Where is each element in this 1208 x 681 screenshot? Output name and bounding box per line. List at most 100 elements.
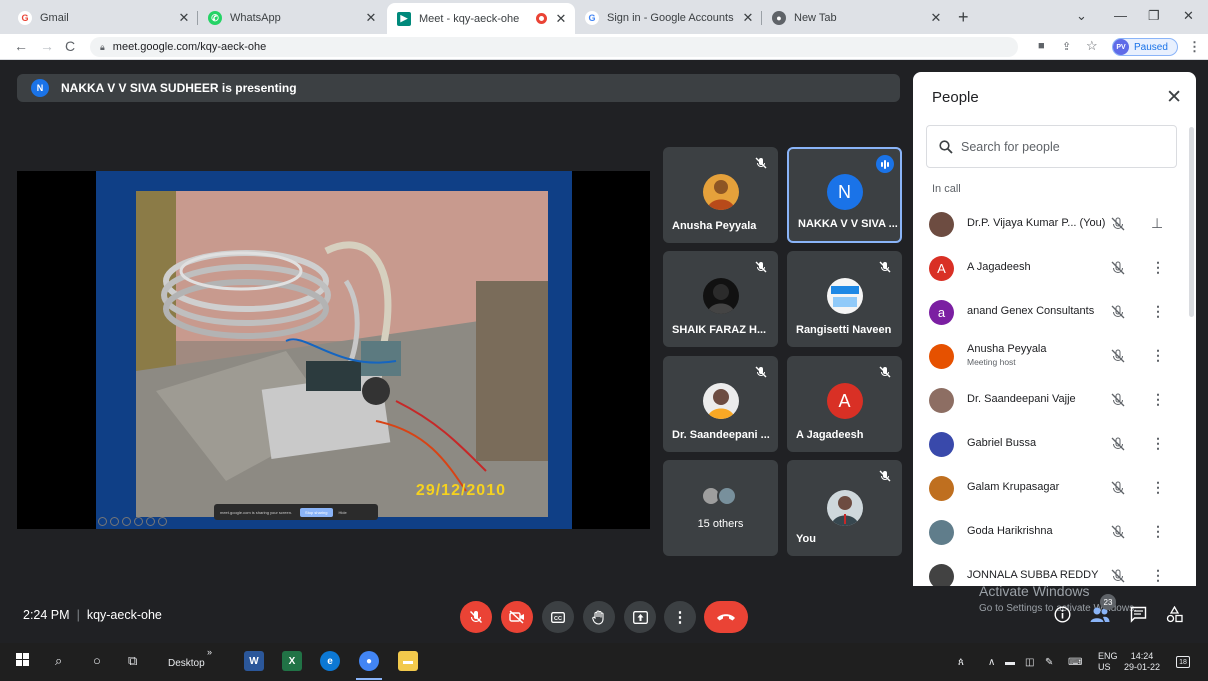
address-bar[interactable]: 🔒︎ meet.google.com/kqy-aeck-ohe (90, 37, 1018, 57)
tab-close-icon[interactable]: ✕ (363, 10, 379, 26)
edge-icon[interactable]: e (320, 651, 340, 671)
list-item[interactable]: Dr. Saandeepani Vajje ⋮ (913, 378, 1188, 422)
browser-menu-icon[interactable]: ⋮ (1188, 39, 1201, 55)
chat-button[interactable] (1130, 606, 1147, 628)
self-tile[interactable]: You (787, 460, 902, 556)
more-options-icon[interactable]: ⋮ (1151, 567, 1165, 584)
participant-name: Anusha Peyyala (967, 343, 1047, 355)
notification-center-icon[interactable]: 18 (1176, 656, 1190, 668)
list-item[interactable]: Dr.P. Vijaya Kumar P... (You) ⊥ (913, 202, 1188, 246)
tab-close-icon[interactable]: ✕ (740, 10, 756, 26)
toolbar-expand-icon[interactable]: » (207, 647, 212, 657)
next-slide-icon[interactable] (110, 517, 119, 526)
network-icon[interactable]: ◫ (1025, 657, 1034, 668)
participant-tile-active-speaker[interactable]: N NAKKA V V SIVA ... (787, 147, 902, 243)
participant-name: A Jagadeesh (796, 429, 864, 441)
tab-close-icon[interactable]: ✕ (176, 10, 192, 26)
minimize-icon[interactable]: — (1114, 8, 1127, 23)
desktop-toolbar-label[interactable]: Desktop (168, 658, 205, 669)
participant-tile[interactable]: SHAIK FARAZ H... (663, 251, 778, 347)
others-tile[interactable]: 15 others (663, 460, 778, 556)
people-tray-icon[interactable]: ጰ (958, 657, 964, 668)
list-item[interactable]: JONNALA SUBBA REDDY ⋮ (913, 554, 1188, 586)
pen-icon[interactable] (122, 517, 131, 526)
keyboard-icon[interactable]: ⌨ (1068, 657, 1082, 668)
close-panel-icon[interactable]: ✕ (1166, 86, 1182, 109)
tab-whatsapp[interactable]: ✆ WhatsApp ✕ (198, 5, 385, 31)
list-item[interactable]: Goda Harikrishna ⋮ (913, 510, 1188, 554)
leave-call-button[interactable] (704, 601, 748, 633)
present-now-button[interactable] (624, 601, 656, 633)
active-app-indicator (356, 678, 382, 680)
excel-icon[interactable]: X (282, 651, 302, 671)
back-arrow-icon[interactable]: ← (14, 38, 28, 54)
search-icon (939, 139, 953, 154)
captions-button[interactable]: CC (542, 601, 574, 633)
participant-tile[interactable]: Dr. Saandeepani ... (663, 356, 778, 452)
raise-hand-button[interactable] (583, 601, 615, 633)
tab-close-icon[interactable]: ✕ (928, 10, 944, 26)
more-options-icon[interactable]: ⋮ (1151, 523, 1165, 540)
more-options-icon[interactable]: ⋮ (1151, 479, 1165, 496)
mic-off-icon (1110, 436, 1126, 457)
prev-slide-icon[interactable] (98, 517, 107, 526)
zoom-icon[interactable] (146, 517, 155, 526)
activities-button[interactable] (1166, 605, 1183, 628)
tab-google-sign-in[interactable]: G Sign in - Google Accounts ✕ (575, 5, 762, 31)
tab-new-tab[interactable]: ● New Tab ✕ (762, 5, 950, 31)
show-hidden-icons-chevron-icon[interactable]: ∧ (988, 657, 995, 668)
more-options-button[interactable]: ⋮ (664, 601, 696, 633)
mic-off-icon (1110, 304, 1126, 325)
system-clock[interactable]: 14:24 29-01-22 (1124, 651, 1160, 673)
windows-start-icon[interactable] (16, 653, 29, 669)
tab-meet[interactable]: ▶ Meet - kqy-aeck-ohe ✕ (387, 3, 575, 34)
cortana-icon[interactable]: ○ (93, 653, 101, 668)
pin-icon[interactable]: ⊥ (1151, 215, 1163, 232)
list-item[interactable]: Anusha Peyyala Meeting host ⋮ (913, 334, 1188, 378)
more-options-icon[interactable]: ⋮ (1151, 391, 1165, 408)
list-item[interactable]: Galam Krupasagar ⋮ (913, 466, 1188, 510)
menu-icon[interactable] (134, 517, 143, 526)
mic-toggle-button[interactable] (460, 601, 492, 633)
participant-tile[interactable]: Anusha Peyyala (663, 147, 778, 243)
more-options-icon[interactable]: ⋮ (1151, 259, 1165, 276)
browser-toolbar: ← → C 🔒︎ meet.google.com/kqy-aeck-ohe ■ … (0, 34, 1208, 60)
meeting-details-button[interactable] (1054, 606, 1071, 628)
task-view-icon[interactable]: ⧉ (128, 653, 137, 669)
file-explorer-icon[interactable]: ▬ (398, 651, 418, 671)
stop-sharing-button[interactable]: Stop sharing (300, 507, 333, 517)
pen-tray-icon[interactable]: ✎ (1045, 657, 1053, 668)
reload-icon[interactable]: C (65, 38, 75, 54)
participant-tile[interactable]: Rangisetti Naveen (787, 251, 902, 347)
forward-arrow-icon[interactable]: → (40, 38, 54, 54)
more-options-icon[interactable]: ⋮ (1151, 303, 1165, 320)
chrome-icon[interactable]: ● (359, 651, 379, 671)
tab-gmail[interactable]: G Gmail ✕ (8, 5, 198, 31)
tab-close-icon[interactable]: ✕ (553, 11, 569, 27)
participant-tile[interactable]: A A Jagadeesh (787, 356, 902, 452)
tab-search-chevron-icon[interactable]: ⌄ (1076, 8, 1087, 24)
window-close-icon[interactable]: ✕ (1183, 8, 1194, 24)
share-icon[interactable]: ⇪ (1062, 40, 1071, 53)
more-options-icon[interactable]: ⋮ (1151, 347, 1165, 364)
battery-icon[interactable]: ▬ (1005, 657, 1015, 668)
keyboard-layout: US (1098, 662, 1111, 672)
search-input[interactable] (961, 139, 1161, 154)
camera-toggle-button[interactable] (501, 601, 533, 633)
restore-icon[interactable]: ❐ (1148, 8, 1160, 24)
word-icon[interactable]: W (244, 651, 264, 671)
list-item[interactable]: Gabriel Bussa ⋮ (913, 422, 1188, 466)
more-options-icon[interactable]: ⋮ (1151, 435, 1165, 452)
list-item[interactable]: a anand Genex Consultants ⋮ (913, 290, 1188, 334)
more-icon[interactable] (158, 517, 167, 526)
search-icon[interactable]: ⌕ (55, 653, 62, 669)
input-language[interactable]: ENG US (1098, 651, 1118, 673)
profile-button[interactable]: PV Paused (1112, 38, 1178, 56)
list-item[interactable]: A A Jagadeesh ⋮ (913, 246, 1188, 290)
participant-name: Gabriel Bussa (967, 437, 1037, 449)
panel-scrollbar[interactable] (1189, 127, 1194, 317)
bookmark-star-icon[interactable]: ☆ (1086, 38, 1098, 54)
camera-icon[interactable]: ■ (1038, 40, 1045, 52)
new-tab-plus-icon[interactable]: + (958, 7, 969, 28)
hide-button[interactable]: Hide (339, 510, 347, 515)
